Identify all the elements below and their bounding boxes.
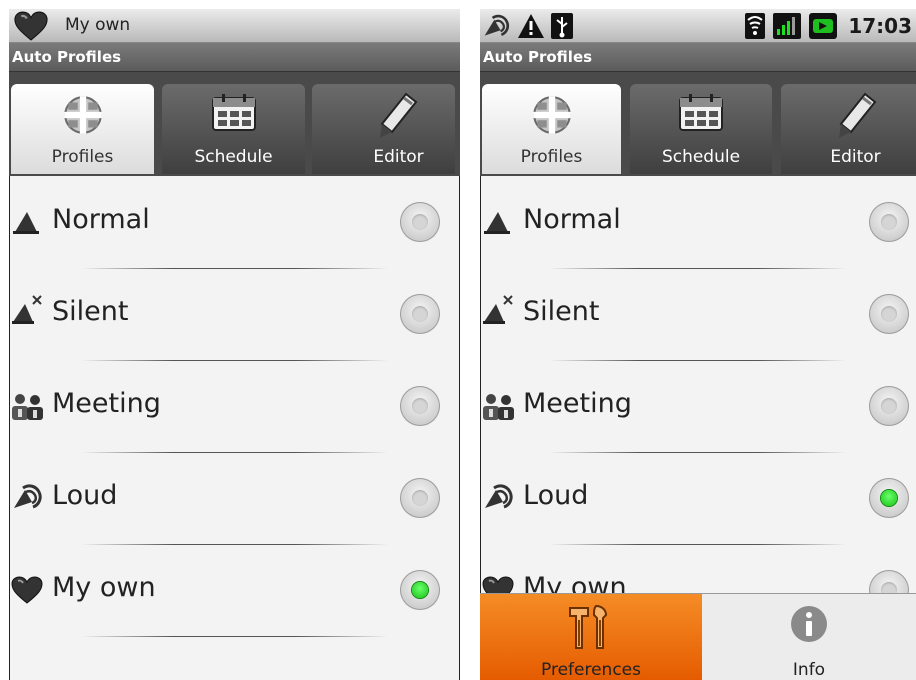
app-title: Auto Profiles bbox=[483, 48, 593, 66]
profile-row-loud[interactable]: Loud bbox=[9, 454, 460, 545]
meeting-people-icon bbox=[482, 392, 516, 426]
divider bbox=[81, 360, 388, 361]
speaker-icon bbox=[11, 206, 41, 240]
menu-item-info[interactable]: Info bbox=[702, 594, 916, 680]
app-title-bar: Auto Profiles bbox=[480, 43, 916, 72]
tab-schedule-label: Schedule bbox=[661, 147, 741, 167]
heart-icon bbox=[11, 576, 43, 608]
app-title: Auto Profiles bbox=[12, 48, 122, 66]
options-menu: Preferences Info bbox=[480, 593, 916, 680]
profile-label: Normal bbox=[52, 204, 150, 235]
speaker-loud-icon bbox=[482, 480, 516, 516]
calendar-icon bbox=[677, 92, 725, 136]
status-icons-right: 17:03 bbox=[744, 10, 912, 42]
warning-icon bbox=[517, 12, 545, 40]
speaker-loud-icon bbox=[11, 480, 45, 516]
tools-icon bbox=[566, 604, 616, 654]
profile-radio[interactable] bbox=[400, 202, 440, 242]
calendar-icon bbox=[210, 92, 258, 136]
speaker-muted-icon bbox=[482, 292, 516, 330]
profiles-icon bbox=[60, 92, 106, 142]
loud-speaker-icon bbox=[482, 10, 512, 40]
menu-item-preferences[interactable]: Preferences bbox=[480, 594, 702, 680]
profile-label: Meeting bbox=[52, 388, 161, 419]
divider bbox=[81, 636, 388, 637]
tab-editor[interactable]: Editor bbox=[312, 84, 455, 174]
divider bbox=[549, 360, 847, 361]
profile-label: Loud bbox=[523, 480, 589, 511]
meeting-people-icon bbox=[11, 392, 45, 426]
signal-icon bbox=[772, 12, 802, 40]
profile-radio[interactable] bbox=[400, 386, 440, 426]
profile-radio[interactable] bbox=[400, 294, 440, 334]
profile-row-normal[interactable]: Normal bbox=[9, 178, 460, 269]
speaker-icon bbox=[482, 206, 512, 240]
tab-schedule[interactable]: Schedule bbox=[162, 84, 305, 174]
info-icon bbox=[789, 604, 829, 648]
profile-radio-selected[interactable] bbox=[869, 478, 909, 518]
status-bar: 17:03 bbox=[480, 9, 916, 43]
right-screen: 17:03 Auto Profiles Profiles Schedule Ed… bbox=[480, 9, 916, 680]
profile-label: Meeting bbox=[523, 388, 632, 419]
profile-row-my-own[interactable]: My own bbox=[9, 546, 460, 637]
profile-row-normal[interactable]: Normal bbox=[480, 178, 916, 269]
tab-schedule-label: Schedule bbox=[194, 147, 273, 167]
status-bar: My own bbox=[9, 9, 460, 43]
profile-label: Normal bbox=[523, 204, 621, 235]
heart-icon bbox=[13, 11, 49, 45]
tab-profiles-label: Profiles bbox=[520, 147, 583, 167]
profile-row-silent[interactable]: Silent bbox=[9, 270, 460, 361]
profile-label: Loud bbox=[52, 480, 118, 511]
profile-radio[interactable] bbox=[869, 386, 909, 426]
speaker-muted-icon bbox=[11, 292, 45, 330]
battery-icon bbox=[808, 12, 838, 40]
profile-radio-selected[interactable] bbox=[400, 570, 440, 610]
status-icons-left bbox=[482, 10, 574, 44]
divider bbox=[549, 452, 847, 453]
tab-bar: Profiles Schedule Editor bbox=[480, 72, 916, 176]
tab-editor[interactable]: Editor bbox=[781, 84, 916, 174]
tab-profiles[interactable]: Profiles bbox=[482, 84, 621, 174]
pencil-icon bbox=[837, 92, 877, 144]
divider bbox=[81, 544, 388, 545]
profile-radio[interactable] bbox=[869, 294, 909, 334]
profile-radio[interactable] bbox=[400, 478, 440, 518]
profile-radio[interactable] bbox=[869, 202, 909, 242]
profile-label: Silent bbox=[52, 296, 129, 327]
menu-item-label: Info bbox=[792, 660, 826, 680]
tab-editor-label: Editor bbox=[373, 147, 424, 167]
tab-bar: Profiles Schedule Editor bbox=[9, 72, 460, 176]
tab-schedule[interactable]: Schedule bbox=[630, 84, 772, 174]
menu-item-label: Preferences bbox=[541, 660, 641, 680]
divider bbox=[549, 544, 847, 545]
pencil-icon bbox=[378, 92, 418, 144]
profile-row-meeting[interactable]: Meeting bbox=[480, 362, 916, 453]
left-screen: My own Auto Profiles Profiles Schedule E… bbox=[9, 9, 460, 680]
divider bbox=[81, 268, 388, 269]
profiles-icon bbox=[529, 92, 575, 142]
tab-profiles[interactable]: Profiles bbox=[11, 84, 154, 174]
profile-label: Silent bbox=[523, 296, 600, 327]
app-title-bar: Auto Profiles bbox=[9, 43, 460, 72]
usb-icon bbox=[550, 12, 574, 40]
profile-row-loud[interactable]: Loud bbox=[480, 454, 916, 545]
divider bbox=[81, 452, 388, 453]
tab-editor-label: Editor bbox=[830, 147, 881, 167]
tab-profiles-label: Profiles bbox=[51, 147, 114, 167]
divider bbox=[549, 268, 847, 269]
clock: 17:03 bbox=[848, 14, 912, 38]
profile-row-meeting[interactable]: Meeting bbox=[9, 362, 460, 453]
status-bar-title: My own bbox=[65, 15, 131, 35]
profile-label: My own bbox=[52, 572, 156, 603]
profile-row-silent[interactable]: Silent bbox=[480, 270, 916, 361]
wifi-icon bbox=[744, 12, 766, 40]
